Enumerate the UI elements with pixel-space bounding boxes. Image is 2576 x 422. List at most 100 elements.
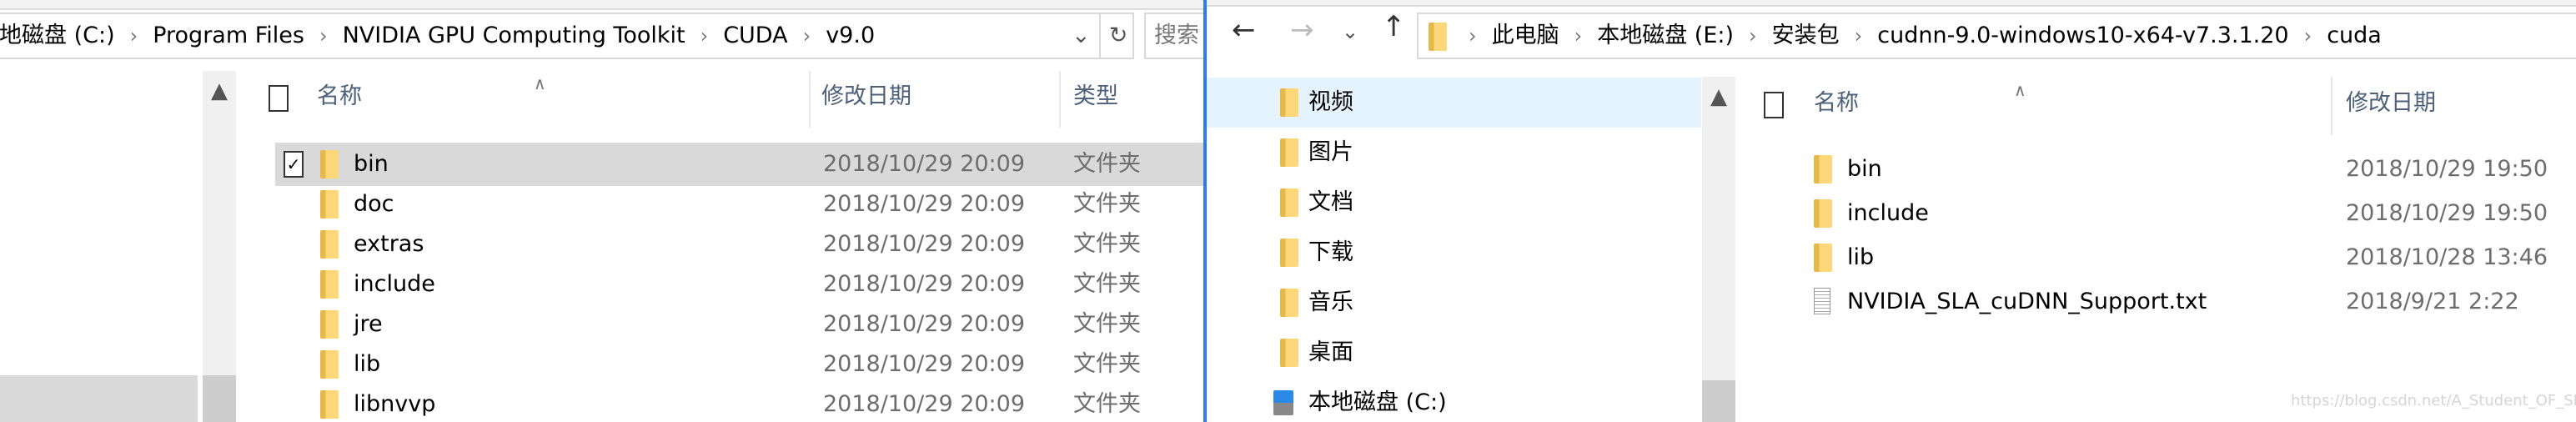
scroll-up-icon[interactable]: ▲	[1702, 83, 1735, 110]
scroll-up-icon[interactable]: ▲	[203, 78, 236, 104]
nav-item[interactable]: 桌面	[1207, 333, 1701, 373]
nav-item[interactable]: 图片	[1207, 133, 1701, 173]
nav-pane-selected-item[interactable]	[0, 375, 198, 422]
chevron-right-icon[interactable]: ›	[1574, 23, 1583, 49]
file-row[interactable]: include 2018/10/29 20:09 文件夹	[275, 268, 1205, 301]
file-name: extras	[354, 231, 424, 257]
chevron-right-icon[interactable]: ›	[2304, 23, 2312, 49]
file-modified: 2018/10/29 20:09	[823, 351, 1026, 377]
file-modified: 2018/10/29 19:50	[2346, 200, 2548, 226]
up-arrow-icon[interactable]: ↑	[1382, 13, 1406, 41]
scrollbar-thumb[interactable]	[203, 375, 236, 422]
file-row[interactable]: bin 2018/10/29 19:50	[1790, 153, 2576, 186]
column-divider[interactable]	[1059, 71, 1061, 128]
nav-item[interactable]: 文档	[1207, 183, 1701, 223]
file-modified: 2018/10/29 20:09	[823, 231, 1026, 257]
file-row[interactable]: ✓ bin 2018/10/29 20:09 文件夹	[275, 143, 1205, 186]
file-type: 文件夹	[1073, 231, 1141, 257]
file-name: jre	[354, 311, 383, 337]
nav-item[interactable]: 视频	[1207, 78, 1701, 128]
file-row[interactable]: include 2018/10/29 19:50	[1790, 197, 2576, 230]
file-modified: 2018/10/29 20:09	[823, 391, 1026, 417]
chevron-right-icon[interactable]: ›	[700, 23, 709, 49]
column-divider[interactable]	[809, 71, 811, 128]
file-row[interactable]: extras 2018/10/29 20:09 文件夹	[275, 228, 1205, 261]
folder-icon	[320, 190, 339, 219]
file-name: bin	[354, 151, 389, 177]
file-row[interactable]: lib 2018/10/29 20:09 文件夹	[275, 348, 1205, 381]
breadcrumb-item[interactable]: 此电脑	[1492, 23, 1559, 49]
nav-item[interactable]: 音乐	[1207, 283, 1701, 323]
title-bar	[0, 0, 1205, 10]
file-type: 文件夹	[1073, 151, 1141, 177]
address-bar[interactable]: 本地磁盘 (C:) › Program Files › NVIDIA GPU C…	[0, 13, 1134, 59]
music-folder-icon	[1280, 289, 1298, 317]
file-name: include	[354, 271, 435, 297]
breadcrumb-item[interactable]: v9.0	[826, 23, 875, 49]
column-header-type[interactable]: 类型	[1073, 83, 1118, 110]
recent-locations-icon[interactable]: ⌄	[1342, 18, 1358, 45]
file-type: 文件夹	[1073, 191, 1141, 217]
chevron-right-icon[interactable]: ›	[1749, 23, 1757, 49]
column-header-modified[interactable]: 修改日期	[2346, 90, 2436, 117]
folder-icon	[320, 230, 339, 259]
chevron-right-icon[interactable]: ›	[130, 23, 138, 49]
column-divider[interactable]	[2331, 77, 2332, 135]
file-name: lib	[1847, 244, 1875, 270]
nav-scrollbar[interactable]: ▲	[1702, 77, 1735, 422]
nav-item-label: 桌面	[1308, 339, 1353, 365]
breadcrumb-item[interactable]: 本地磁盘 (C:)	[0, 23, 115, 49]
nav-item-label: 视频	[1308, 89, 1353, 115]
nav-item[interactable]: 本地磁盘 (C:)	[1207, 383, 1701, 422]
downloads-folder-icon	[1280, 239, 1298, 267]
chevron-right-icon[interactable]: ›	[1855, 23, 1863, 49]
breadcrumb-item[interactable]: 本地磁盘 (E:)	[1597, 23, 1734, 49]
breadcrumb-item[interactable]: CUDA	[723, 23, 787, 49]
folder-icon	[1814, 199, 1832, 228]
breadcrumb-item[interactable]: 安装包	[1772, 23, 1840, 49]
select-all-checkbox[interactable]	[269, 85, 289, 112]
file-name: bin	[1847, 156, 1882, 182]
column-header-modified[interactable]: 修改日期	[821, 83, 911, 110]
file-row[interactable]: libnvvp 2018/10/29 20:09 文件夹	[275, 388, 1205, 421]
file-row[interactable]: doc 2018/10/29 20:09 文件夹	[275, 188, 1205, 221]
search-input[interactable]: 搜索	[1144, 13, 1205, 59]
folder-icon	[320, 150, 339, 178]
file-modified: 2018/10/28 13:46	[2346, 244, 2548, 270]
scrollbar-thumb[interactable]	[1702, 380, 1735, 422]
folder-icon	[1814, 244, 1832, 272]
title-bar	[1207, 0, 2576, 7]
file-name: libnvvp	[354, 391, 436, 417]
breadcrumb-item[interactable]: cuda	[2327, 23, 2382, 49]
forward-arrow-icon[interactable]: →	[1290, 16, 1314, 44]
history-dropdown-icon[interactable]: ⌄	[1072, 23, 1091, 49]
column-header-name[interactable]: 名称	[317, 83, 362, 110]
file-modified: 2018/10/29 20:09	[823, 191, 1026, 217]
chevron-right-icon[interactable]: ›	[1469, 23, 1477, 49]
sort-ascending-icon: ∧	[2014, 80, 2026, 100]
file-row[interactable]: jre 2018/10/29 20:09 文件夹	[275, 308, 1205, 341]
file-type: 文件夹	[1073, 271, 1141, 297]
column-header-name[interactable]: 名称	[1814, 90, 1859, 117]
breadcrumb-item[interactable]: NVIDIA GPU Computing Toolkit	[343, 23, 685, 49]
file-row[interactable]: lib 2018/10/28 13:46	[1790, 241, 2576, 274]
folder-icon	[320, 350, 339, 379]
select-all-checkbox[interactable]	[1764, 92, 1784, 118]
breadcrumb-item[interactable]: cudnn-9.0-windows10-x64-v7.3.1.20	[1877, 23, 2288, 49]
nav-scrollbar[interactable]: ▲	[203, 71, 236, 422]
refresh-icon[interactable]: ↻	[1099, 14, 1132, 58]
chevron-right-icon[interactable]: ›	[319, 23, 328, 49]
pictures-folder-icon	[1280, 138, 1298, 167]
left-explorer-window: 本地磁盘 (C:) › Program Files › NVIDIA GPU C…	[0, 0, 1205, 422]
back-arrow-icon[interactable]: ←	[1232, 16, 1256, 44]
nav-item-label: 下载	[1308, 239, 1353, 265]
chevron-right-icon[interactable]: ›	[803, 23, 811, 49]
nav-item-label: 文档	[1308, 189, 1353, 215]
row-checkbox[interactable]: ✓	[284, 151, 304, 178]
documents-folder-icon	[1280, 188, 1298, 217]
breadcrumb-item[interactable]: Program Files	[153, 23, 304, 49]
desktop-folder-icon	[1280, 339, 1298, 367]
nav-item[interactable]: 下载	[1207, 233, 1701, 273]
file-row[interactable]: NVIDIA_SLA_cuDNN_Support.txt 2018/9/21 2:…	[1790, 285, 2576, 319]
address-bar[interactable]: › 此电脑 › 本地磁盘 (E:) › 安装包 › cudnn-9.0-wind…	[1417, 13, 2576, 59]
